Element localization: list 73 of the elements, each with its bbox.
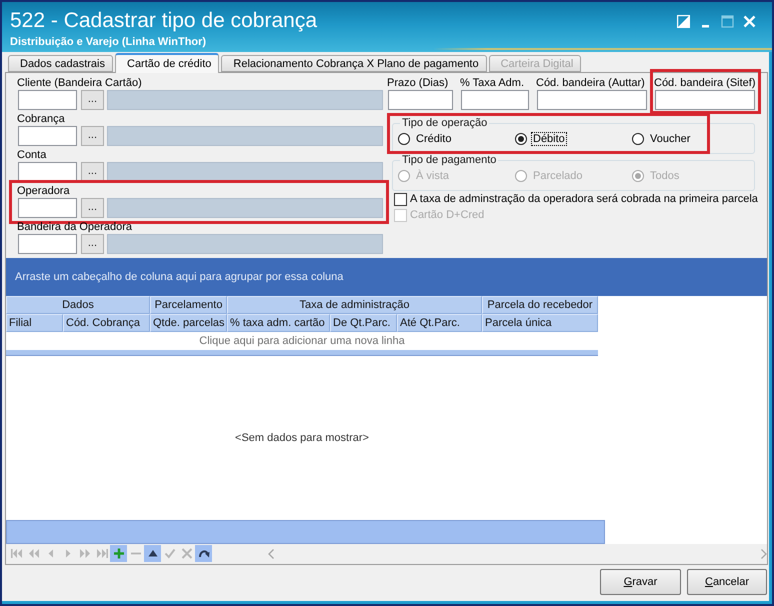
- dialog-button[interactable]: Cancelar: [687, 569, 767, 595]
- code-input[interactable]: [18, 198, 77, 218]
- field-label: Cliente (Bandeira Cartão): [17, 76, 143, 90]
- plus-icon: [112, 548, 124, 559]
- tab[interactable]: Dados cadastrais: [8, 55, 113, 72]
- skip-forward-icon: [96, 548, 108, 559]
- lookup-button[interactable]: ...: [81, 162, 104, 182]
- checkbox-label: A taxa de adminstração da operadora será cobrada na primeira parcela: [410, 193, 758, 205]
- cross-icon: [180, 548, 192, 559]
- radio-button[interactable]: [398, 133, 410, 145]
- band-header: Parcelamento: [150, 296, 227, 314]
- dialog-button[interactable]: Gravar: [600, 569, 681, 595]
- code-input[interactable]: [388, 90, 453, 110]
- field-label: Cód. bandeira (Auttar): [536, 76, 645, 90]
- code-input[interactable]: [18, 234, 77, 254]
- check-icon: [164, 548, 176, 559]
- empty-grid-text: <Sem dados para mostrar>: [235, 432, 369, 444]
- field-label: Prazo (Dias): [387, 76, 448, 90]
- group-legend: Tipo de pagamento: [400, 154, 498, 167]
- group-by-panel: Arraste um cabeçalho de coluna aqui para agrupar por essa coluna: [6, 258, 767, 296]
- lookup-button[interactable]: ...: [81, 126, 104, 146]
- field-label: Cobrança: [17, 112, 66, 126]
- tab[interactable]: Cartão de crédito: [115, 53, 220, 73]
- column-header[interactable]: Cód. Cobrança: [63, 314, 150, 332]
- code-input[interactable]: [537, 90, 647, 110]
- radio-button[interactable]: [632, 133, 644, 145]
- navigator-button[interactable]: [195, 545, 212, 562]
- rewind-icon: [28, 548, 40, 559]
- close-icon[interactable]: [743, 15, 756, 28]
- radio-label: À vista: [415, 170, 450, 182]
- field-label: Bandeira da Operadora: [17, 220, 133, 234]
- code-input[interactable]: [18, 90, 77, 110]
- field-label: % Taxa Adm.: [460, 76, 524, 90]
- group-legend: Tipo de operação: [400, 117, 490, 130]
- lookup-button[interactable]: ...: [81, 234, 104, 254]
- tab[interactable]: Relacionamento Cobrança X Plano de pagamento: [221, 55, 487, 72]
- window-subtitle: Distribuição e Varejo (Linha WinThor): [10, 36, 208, 48]
- chevron-right-icon[interactable]: [761, 548, 767, 558]
- band-header: Parcela do recebedor: [482, 296, 598, 314]
- code-input[interactable]: [461, 90, 529, 110]
- new-row-prompt[interactable]: Clique aqui para adicionar uma nova linha: [6, 332, 598, 350]
- field-label: Cód. bandeira (Sitef): [654, 76, 756, 90]
- band-header: Taxa de administração: [227, 296, 482, 314]
- radio-label: Débito: [532, 133, 566, 145]
- radio-button[interactable]: [515, 133, 527, 145]
- band-header: Dados: [6, 296, 150, 314]
- chevron-left-icon[interactable]: [268, 548, 274, 558]
- field-label: Conta: [17, 148, 48, 162]
- column-header[interactable]: % taxa adm. cartão: [227, 314, 330, 332]
- lookup-button[interactable]: ...: [81, 198, 104, 218]
- skip-back-icon: [10, 548, 22, 559]
- lookup-button[interactable]: ...: [81, 90, 104, 110]
- column-header[interactable]: De Qt.Parc.: [330, 314, 397, 332]
- code-input[interactable]: [18, 162, 77, 182]
- column-header[interactable]: Filial: [6, 314, 63, 332]
- radio-label: Todos: [649, 170, 680, 182]
- code-input[interactable]: [655, 90, 755, 110]
- radio-label: Voucher: [649, 133, 692, 145]
- navigator-button[interactable]: [144, 545, 161, 562]
- restore-icon[interactable]: [677, 15, 690, 28]
- column-header[interactable]: Parcela única: [482, 314, 598, 332]
- triangle-up-icon: [146, 548, 158, 559]
- fast-forward-icon: [78, 548, 90, 559]
- column-header[interactable]: Qtde. parcelas: [150, 314, 227, 332]
- checkbox-label: Cartão D+Cred: [410, 209, 484, 221]
- redo-arrow-icon: [198, 548, 210, 559]
- radio-label: Crédito: [415, 133, 452, 145]
- checkbox[interactable]: [394, 192, 407, 206]
- window-title: 522 - Cadastrar tipo de cobrança: [10, 9, 318, 33]
- code-input[interactable]: [18, 126, 77, 146]
- radio-label: Parcelado: [532, 170, 584, 182]
- column-header[interactable]: Até Qt.Parc.: [397, 314, 482, 332]
- field-label: Operadora: [17, 184, 71, 198]
